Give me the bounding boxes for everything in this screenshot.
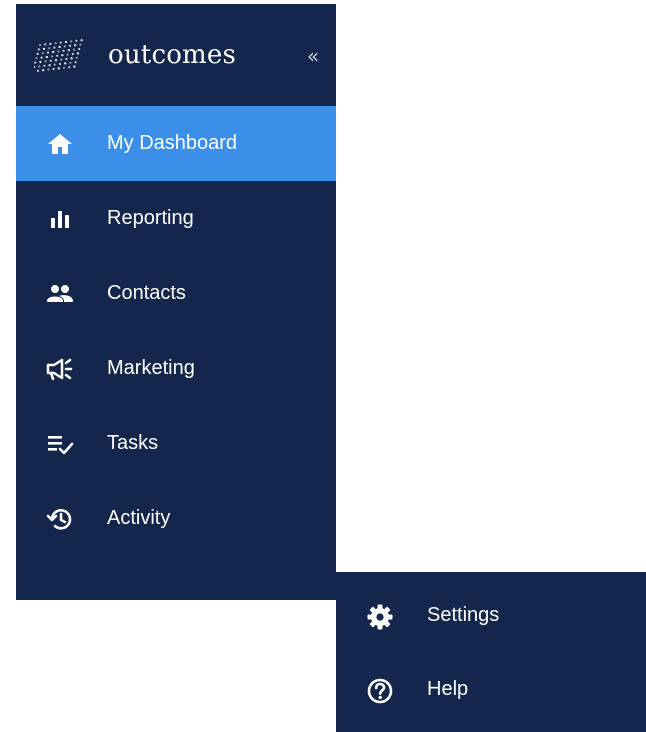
nav-item-contacts[interactable]: Contacts	[16, 256, 336, 331]
nav-item-label: Help	[427, 678, 469, 700]
megaphone-icon	[44, 353, 76, 385]
nav-item-reporting[interactable]: Reporting	[16, 181, 336, 256]
nav-item-label: Contacts	[107, 282, 186, 304]
nav-item-marketing[interactable]: Marketing	[16, 331, 336, 406]
nav-item-label: Tasks	[107, 432, 159, 454]
nav-item-label: Reporting	[107, 207, 194, 229]
brand-header: outcomes «	[16, 4, 336, 106]
list-check-icon	[44, 428, 76, 460]
help-circle-icon	[364, 675, 396, 707]
dot-grid-logo-icon	[31, 37, 90, 73]
collapse-sidebar-button[interactable]: «	[302, 44, 324, 68]
sidebar: outcomes « My Dashboard Reporting Contac…	[16, 4, 336, 600]
home-icon	[44, 128, 76, 160]
sidebar-footer: Settings Help	[336, 572, 646, 732]
history-icon	[44, 503, 76, 535]
nav-item-my-dashboard[interactable]: My Dashboard	[16, 106, 336, 181]
nav-item-label: Activity	[107, 507, 171, 529]
double-chevron-left-icon: «	[306, 44, 320, 68]
nav-item-label: Marketing	[107, 357, 195, 379]
nav-item-tasks[interactable]: Tasks	[16, 406, 336, 481]
bar-chart-icon	[44, 203, 76, 235]
nav-item-activity[interactable]: Activity	[16, 481, 336, 556]
brand-name: outcomes	[108, 40, 237, 70]
nav-item-label: Settings	[427, 604, 500, 626]
nav-item-help[interactable]: Help	[336, 654, 646, 728]
nav-item-settings[interactable]: Settings	[336, 580, 646, 654]
gear-icon	[364, 601, 396, 633]
main-nav: My Dashboard Reporting Contacts Marketin…	[16, 106, 336, 556]
people-icon	[44, 278, 76, 310]
nav-item-label: My Dashboard	[107, 132, 238, 154]
